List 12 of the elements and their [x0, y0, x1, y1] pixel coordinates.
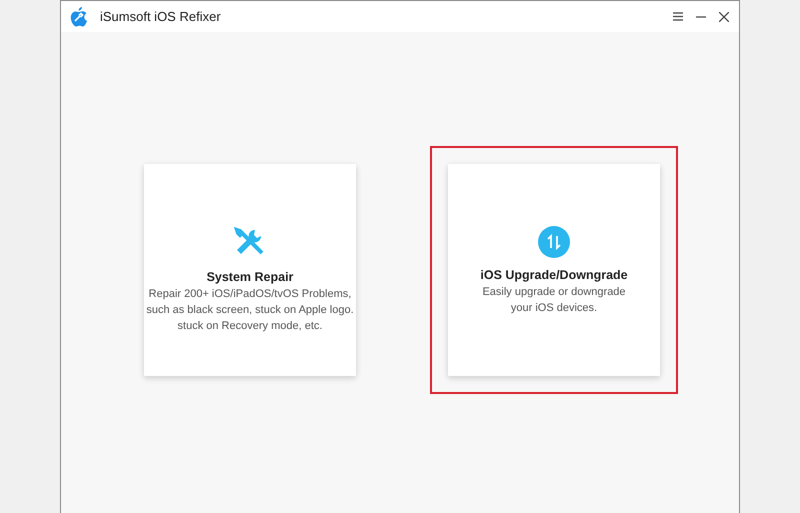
up-down-arrows-icon	[538, 226, 570, 258]
menu-icon[interactable]	[673, 12, 683, 21]
card-description: Easily upgrade or downgrade your iOS devices.	[482, 285, 626, 316]
apple-logo-icon	[69, 6, 89, 28]
card-title: iOS Upgrade/Downgrade	[480, 268, 628, 282]
card-title: System Repair	[206, 270, 294, 284]
option-card[interactable]: iOS Upgrade/Downgrade Easily upgrade or downgrade your iOS devices.	[448, 164, 660, 376]
option-card[interactable]: System Repair Repair 200+ iOS/iPadOS/tvOS Problems, such as black screen, stuck on Apple logo. stuck on Recovery mode, etc.	[144, 164, 356, 376]
card-description: Repair 200+ iOS/iPadOS/tvOS Problems, such as black screen, stuck on Apple logo. stuck on Recovery mode, etc.	[146, 287, 354, 334]
close-icon[interactable]	[719, 12, 729, 22]
minimize-icon[interactable]	[696, 16, 706, 18]
window-title: iSumsoft iOS Refixer	[100, 9, 221, 24]
